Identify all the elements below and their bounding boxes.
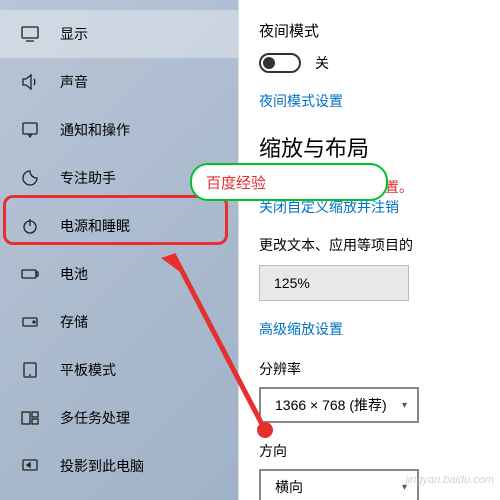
resolution-value: 1366 × 768 (推荐) [275,395,387,415]
resolution-select[interactable]: 1366 × 768 (推荐) ▾ [259,387,419,423]
sidebar-item-sound[interactable]: 声音 [0,58,238,106]
chevron-down-icon: ▾ [402,400,407,411]
sidebar-item-tablet[interactable]: 平板模式 [0,346,238,394]
sidebar-item-label: 存储 [60,312,88,332]
focus-icon [18,166,42,190]
sidebar-item-label: 多任务处理 [60,408,130,428]
night-mode-toggle[interactable] [259,53,301,73]
orientation-select[interactable]: 横向 ▾ [259,469,419,500]
night-mode-label: 夜间模式 [259,20,500,41]
toggle-state-label: 关 [315,53,329,73]
sidebar-item-multitask[interactable]: 多任务处理 [0,394,238,442]
sidebar-item-label: 显示 [60,24,88,44]
content-panel: 夜间模式 关 夜间模式设置 缩放与布局 自定义缩放比例已设置。 关闭自定义缩放并… [238,0,500,500]
sidebar-item-label: 电源和睡眠 [60,216,130,236]
battery-icon [18,262,42,286]
multitask-icon [18,406,42,430]
scale-select[interactable]: 125% [259,265,409,301]
sidebar-item-notifications[interactable]: 通知和操作 [0,106,238,154]
notification-icon [18,118,42,142]
monitor-icon [18,22,42,46]
tablet-icon [18,358,42,382]
advanced-scale-link[interactable]: 高级缩放设置 [259,319,500,339]
scale-value: 125% [274,275,310,291]
chevron-down-icon: ▾ [402,482,407,493]
night-mode-settings-link[interactable]: 夜间模式设置 [259,91,500,111]
sidebar-item-label: 平板模式 [60,360,116,380]
storage-icon [18,310,42,334]
night-mode-toggle-row: 关 [259,53,500,73]
sidebar-item-storage[interactable]: 存储 [0,298,238,346]
sidebar-item-label: 通知和操作 [60,120,130,140]
settings-sidebar: 显示 声音 通知和操作 专注助手 电源和睡眠 电池 存储 平板模式 多任务处理 … [0,0,238,500]
sidebar-item-label: 声音 [60,72,88,92]
sidebar-item-label: 专注助手 [60,168,116,188]
orientation-label: 方向 [259,441,500,461]
scale-heading: 缩放与布局 [259,131,500,163]
sidebar-item-power[interactable]: 电源和睡眠 [0,202,238,250]
annotation-callout: 百度经验 [190,163,388,201]
scale-description: 更改文本、应用等项目的 [259,235,500,255]
sidebar-item-label: 电池 [60,264,88,284]
callout-text: 百度经验 [206,172,266,193]
resolution-label: 分辨率 [259,359,500,379]
sound-icon [18,70,42,94]
sidebar-item-label: 投影到此电脑 [60,456,144,476]
orientation-value: 横向 [275,477,303,497]
sidebar-item-battery[interactable]: 电池 [0,250,238,298]
sidebar-item-project[interactable]: 投影到此电脑 [0,442,238,490]
sidebar-item-display[interactable]: 显示 [0,10,238,58]
power-icon [18,214,42,238]
project-icon [18,454,42,478]
